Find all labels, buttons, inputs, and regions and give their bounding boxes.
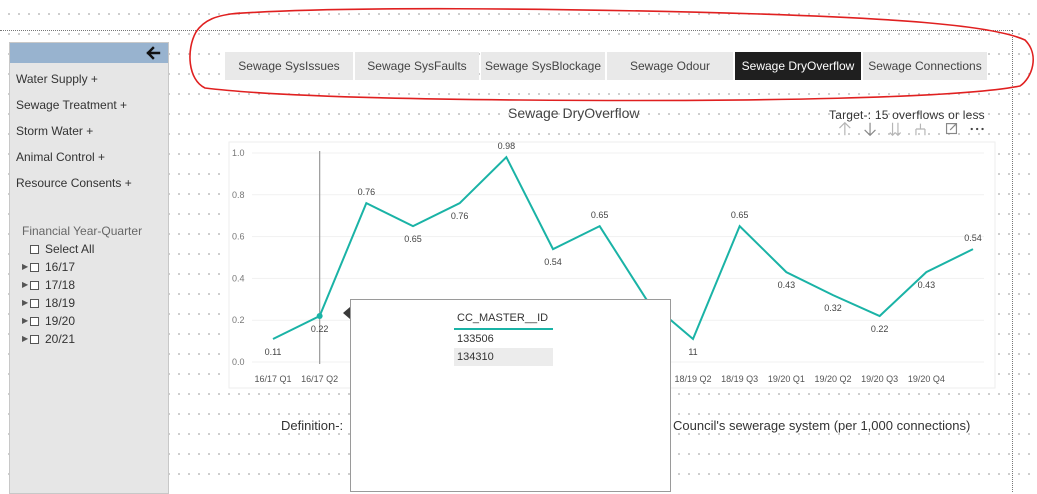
data-label: 0.76 [451,211,469,221]
tab-sewage-dryoverflow[interactable]: Sewage DryOverflow [735,52,861,80]
data-label: 0.65 [731,210,749,220]
checkbox-icon[interactable] [30,334,39,344]
tooltip-column-header: CC_MASTER__ID [454,308,553,330]
more-options-icon[interactable] [970,127,984,131]
slicer-item-label: 16/17 [45,260,76,274]
y-tick-label: 0.4 [232,273,245,283]
slicer-item-20-21[interactable]: ▶ 20/21 [22,330,168,348]
tab-sewage-sysissues[interactable]: Sewage SysIssues [225,52,353,80]
drill-down-icon[interactable] [864,122,876,137]
x-tick-label: 19/20 Q3 [861,374,898,384]
slicer-select-all-label: Select All [45,242,95,256]
slicer-item-17-18[interactable]: ▶ 17/18 [22,276,168,294]
slicer-item-label: 19/20 [45,314,76,328]
tab-sewage-odour[interactable]: Sewage Odour [607,52,733,80]
navigation-sidebar: Water Supply + Sewage Treatment + Storm … [9,42,169,494]
y-tick-label: 0.0 [232,357,245,367]
financial-year-slicer: Financial Year-Quarter Select All ▶ 16/1… [10,222,168,348]
expand-all-icon[interactable] [889,122,902,137]
canvas-border-top [0,30,1012,31]
x-tick-label: 19/20 Q2 [814,374,851,384]
x-tick-label: 19/20 Q1 [768,374,805,384]
tooltip-table: CC_MASTER__ID 133506 134310 [454,308,654,366]
tooltip-row: 133506 [457,333,494,345]
slicer-item-19-20[interactable]: ▶ 19/20 [22,312,168,330]
data-label: 0.65 [591,210,609,220]
y-tick-label: 0.8 [232,190,245,200]
tooltip-pointer-icon [343,307,350,319]
data-label: 0.22 [311,324,329,334]
sidebar-header [10,43,168,63]
data-label: 0.98 [498,141,516,151]
expand-triangle-icon[interactable]: ▶ [22,258,30,276]
checkbox-icon[interactable] [30,298,39,308]
data-label: 0.76 [358,187,376,197]
sidebar-item-resource-consents[interactable]: Resource Consents + [10,170,168,196]
tab-sewage-sysblockage[interactable]: Sewage SysBlockage [481,52,605,80]
x-tick-label: 18/19 Q2 [674,374,711,384]
x-tick-label: 16/17 Q1 [254,374,291,384]
data-label: 0.22 [871,324,889,334]
back-arrow-icon[interactable] [144,44,162,62]
chart-title: Sewage DryOverflow [508,105,640,121]
data-label: 0.11 [265,347,282,357]
data-label: 0.32 [824,303,842,313]
sidebar-item-water-supply[interactable]: Water Supply + [10,66,168,92]
slicer-item-label: 18/19 [45,296,76,310]
data-label: 0.43 [918,280,936,290]
expand-hierarchy-icon[interactable] [915,123,926,136]
tooltip-row: 134310 [454,348,553,366]
slicer-item-18-19[interactable]: ▶ 18/19 [22,294,168,312]
sidebar-item-animal-control[interactable]: Animal Control + [10,144,168,170]
slicer-select-all[interactable]: Select All [22,240,168,258]
checkbox-icon[interactable] [30,244,39,254]
expand-triangle-icon[interactable]: ▶ [22,330,30,348]
focus-mode-icon[interactable] [945,123,958,135]
tooltip: CC_MASTER__ID 133506 134310 [350,299,671,492]
data-label: 0.54 [544,257,562,267]
slicer-title: Financial Year-Quarter [22,224,143,238]
tab-sewage-sysfaults[interactable]: Sewage SysFaults [355,52,479,80]
data-point [316,313,323,320]
expand-triangle-icon[interactable]: ▶ [22,312,30,330]
data-label: 0.54 [964,233,982,243]
visual-toolbar [839,121,984,137]
y-tick-label: 0.6 [232,232,245,242]
sidebar-item-storm-water[interactable]: Storm Water + [10,118,168,144]
definition-text: Council's sewerage system (per 1,000 con… [673,418,971,433]
y-tick-label: 0.2 [232,315,245,325]
slicer-item-16-17[interactable]: ▶ 16/17 [22,258,168,276]
tab-sewage-connections[interactable]: Sewage Connections [863,52,987,80]
expand-triangle-icon[interactable]: ▶ [22,294,30,312]
data-label: 0.65 [404,234,422,244]
data-label: 11 [688,347,697,357]
slicer-item-label: 17/18 [45,278,76,292]
slicer-item-label: 20/21 [45,332,76,346]
x-tick-label: 18/19 Q3 [721,374,758,384]
page-tabs: Sewage SysIssues Sewage SysFaults Sewage… [225,52,987,80]
drill-up-icon[interactable] [839,121,851,136]
x-tick-label: 19/20 Q4 [908,374,945,384]
data-label: 0.43 [778,280,796,290]
x-tick-label: 16/17 Q2 [301,374,338,384]
checkbox-icon[interactable] [30,262,39,272]
checkbox-icon[interactable] [30,316,39,326]
y-tick-label: 1.0 [232,148,245,158]
definition-label: Definition-: [281,418,344,433]
expand-triangle-icon[interactable]: ▶ [22,276,30,294]
sidebar-item-sewage-treatment[interactable]: Sewage Treatment + [10,92,168,118]
canvas-border-right [1012,30,1013,492]
checkbox-icon[interactable] [30,280,39,290]
